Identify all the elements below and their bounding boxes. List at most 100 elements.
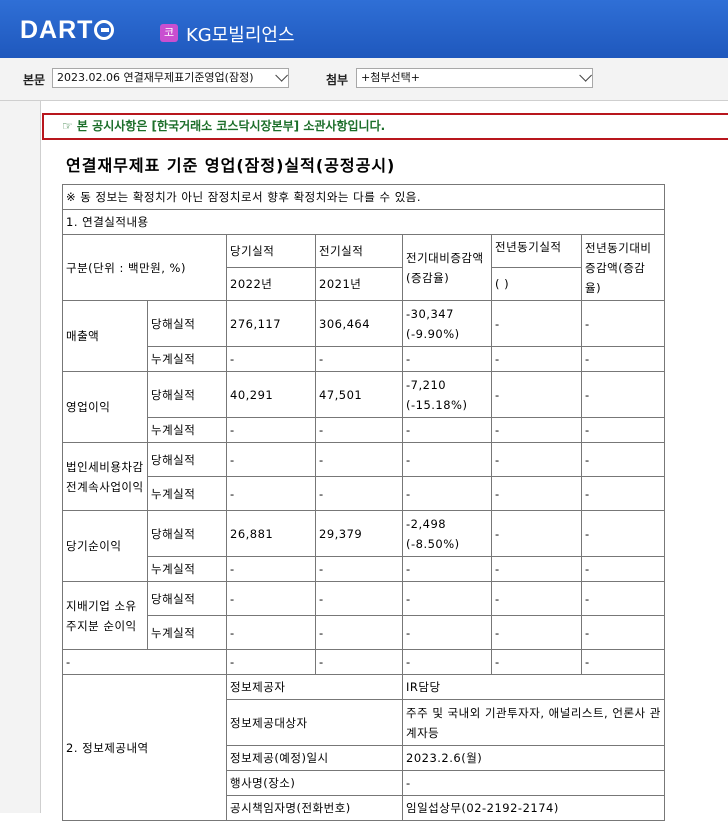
yoy-value: -	[491, 300, 582, 347]
yoy-year: ( )	[491, 267, 582, 301]
dart-header: DART 코 KG모빌리언스	[0, 0, 728, 58]
jurisdiction-notice: ☞ 본 공시사항은 [한국거래소 코스닥시장본부] 소관사항입니다.	[42, 113, 728, 140]
current-header: 당기실적	[226, 234, 316, 268]
period-label: 누계실적	[147, 556, 227, 582]
yoy-value: -	[491, 510, 582, 557]
table-row: 누계실적 - - - - -	[63, 346, 666, 372]
row-label: 영업이익	[62, 371, 148, 443]
cell: -	[580, 346, 666, 372]
yoy-change-value: -	[580, 581, 666, 616]
info-label: 행사명(장소)	[226, 770, 403, 796]
info-value: 주주 및 국내외 기관투자자, 애널리스트, 언론사 관계자등	[401, 699, 666, 746]
main-doc-select[interactable]: 2023.02.06 연결재무제표기준영업(잠정)	[52, 68, 289, 88]
table-row: 2. 정보제공내역 정보제공자 IR담당	[62, 674, 666, 821]
yoy-value: -	[491, 371, 582, 418]
cell: -	[491, 556, 582, 582]
row-label: 지배기업 소유주지분 순이익	[62, 581, 148, 650]
period-label: 당해실적	[147, 581, 227, 616]
current-value: -	[226, 442, 316, 477]
yoy-value: -	[491, 442, 582, 477]
cell: -	[402, 346, 492, 372]
change-rate: (-8.50%)	[406, 536, 460, 551]
document-toolbar: 본문 2023.02.06 연결재무제표기준영업(잠정) 첨부 +첨부선택+	[0, 58, 728, 101]
change-amount: -2,498	[406, 516, 447, 531]
table-row: 1. 연결실적내용	[61, 209, 666, 235]
change-rate: (-9.90%)	[406, 326, 460, 341]
cell: -	[315, 615, 403, 650]
change-header: 전기대비증감액(증감율)	[402, 234, 492, 301]
cell: -	[315, 417, 403, 443]
row-label: 당기순이익	[62, 510, 148, 582]
cell: -	[491, 615, 582, 650]
table-row: 누계실적 - - - - -	[63, 556, 666, 582]
cell: -	[226, 346, 316, 372]
cell: -	[315, 476, 403, 511]
cell: -	[580, 417, 666, 443]
current-value: 40,291	[226, 371, 316, 418]
corp-type-badge: 코	[160, 24, 178, 42]
table-row: 누계실적 - - - - -	[63, 615, 666, 650]
info-value: 임일섭상무(02-2192-2174)	[401, 795, 666, 821]
period-label: 누계실적	[147, 476, 227, 511]
cell: -	[402, 417, 492, 443]
yoy-change-value: -	[580, 510, 666, 557]
previous-value: 29,379	[315, 510, 403, 557]
change-value: -7,210 (-15.18%)	[402, 371, 492, 418]
cell: -	[580, 615, 666, 650]
attach-select[interactable]: +첨부선택+	[356, 68, 593, 88]
attach-label: 첨부	[326, 73, 349, 87]
dart-logo[interactable]: DART	[20, 16, 115, 45]
results-table: ※ 동 정보는 확정치가 아닌 잠정치로서 향후 확정치와는 다를 수 있음. …	[61, 184, 666, 821]
cell: -	[315, 649, 403, 675]
table-row: 지배기업 소유주지분 순이익 당해실적 - - - - -	[62, 581, 666, 650]
previous-value: -	[315, 581, 403, 616]
info-label: 공시책임자명(전화번호)	[226, 795, 403, 821]
category-header: 구분(단위 : 백만원, %)	[62, 234, 227, 301]
cell: -	[315, 346, 403, 372]
current-year: 2022년	[226, 267, 316, 301]
cell: -	[402, 556, 492, 582]
cell: -	[491, 417, 582, 443]
section-heading: 2. 정보제공내역	[62, 674, 227, 821]
info-value: -	[401, 770, 666, 796]
change-rate: (-15.18%)	[406, 397, 468, 412]
cell: -	[226, 417, 316, 443]
period-label: 누계실적	[147, 615, 227, 650]
yoy-change-value: -	[580, 442, 666, 477]
change-amount: -7,210	[406, 377, 447, 392]
table-row: 누계실적 - - - - -	[63, 417, 666, 443]
left-divider	[40, 101, 41, 813]
cell: -	[402, 476, 492, 511]
period-label: 당해실적	[147, 442, 227, 477]
table-row: 법인세비용차감전계속사업이익 당해실적 - - - - -	[62, 442, 666, 511]
company-name[interactable]: KG모빌리언스	[186, 21, 295, 47]
main-doc-select-value: 2023.02.06 연결재무제표기준영업(잠정)	[57, 71, 254, 84]
previous-year: 2021년	[315, 267, 403, 301]
cell: -	[402, 615, 492, 650]
period-label: 당해실적	[147, 371, 227, 418]
table-row: ※ 동 정보는 확정치가 아닌 잠정치로서 향후 확정치와는 다를 수 있음.	[61, 184, 666, 210]
current-value: -	[226, 581, 316, 616]
cell: -	[62, 649, 227, 675]
cell: -	[580, 476, 666, 511]
info-value: 2023.2.6(월)	[401, 745, 666, 771]
attach-select-value: +첨부선택+	[361, 71, 420, 84]
table-row: 누계실적 - - - - -	[63, 476, 666, 511]
change-value: -30,347 (-9.90%)	[402, 300, 492, 347]
period-label: 당해실적	[147, 300, 227, 347]
cell: -	[226, 615, 316, 650]
period-label: 당해실적	[147, 510, 227, 557]
previous-header: 전기실적	[315, 234, 403, 268]
cell: -	[491, 346, 582, 372]
cell: -	[226, 476, 316, 511]
change-value: -	[402, 581, 492, 616]
yoy-value: -	[491, 581, 582, 616]
yoy-change-header: 전년동기대비증감액(증감율)	[580, 234, 666, 301]
row-label: 법인세비용차감전계속사업이익	[62, 442, 148, 511]
current-value: 276,117	[226, 300, 316, 347]
current-value: 26,881	[226, 510, 316, 557]
logo-globe-icon	[94, 20, 115, 40]
left-margin	[0, 101, 40, 813]
row-label: 매출액	[62, 300, 148, 372]
cell: -	[491, 649, 582, 675]
